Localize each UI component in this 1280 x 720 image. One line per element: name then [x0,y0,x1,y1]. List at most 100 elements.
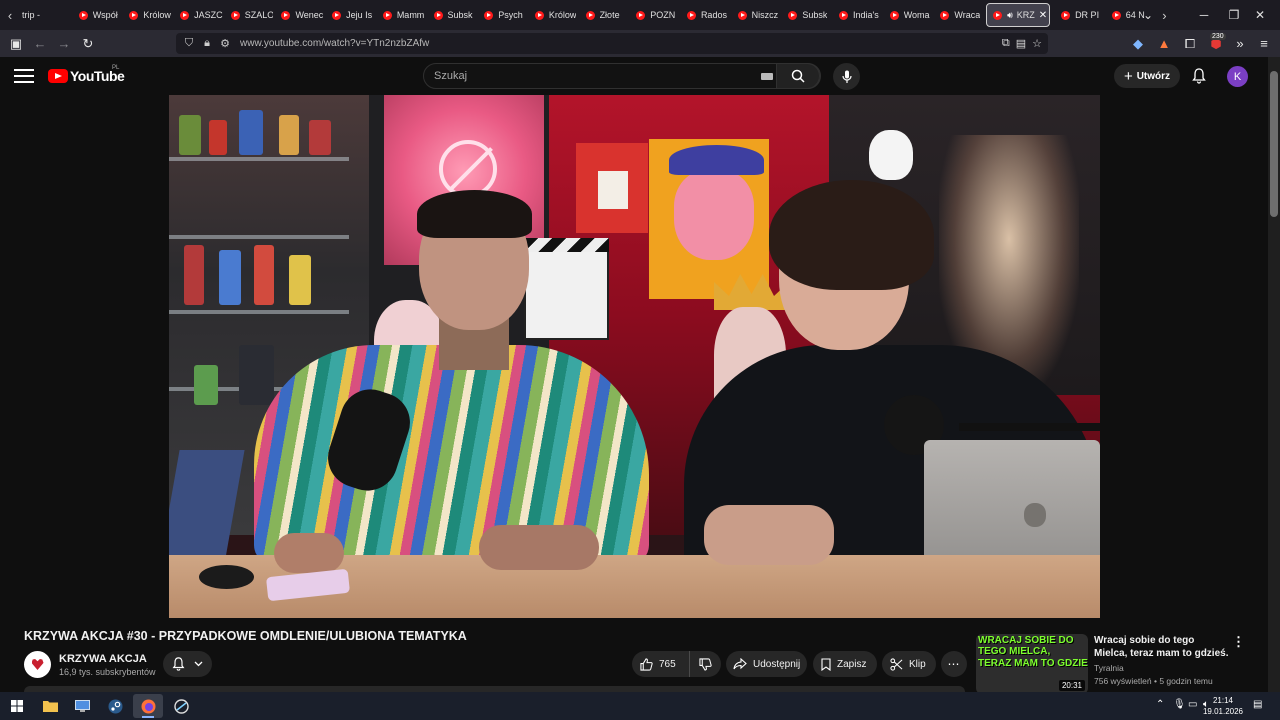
channel-name[interactable]: KRZYWA AKCJA [59,653,147,665]
browser-tab[interactable]: Wraca [932,0,983,30]
like-button[interactable]: 765 [632,651,690,677]
taskbar-clock[interactable]: 21:14 19.01.2026 [1198,695,1248,717]
tab-label: Jeju Is [346,10,373,20]
browser-tab[interactable]: Subsk [780,0,831,30]
scrollbar-thumb[interactable] [1270,71,1278,217]
youtube-favicon-icon [382,10,392,20]
this-pc-icon[interactable] [67,694,97,718]
file-explorer-icon[interactable] [35,694,65,718]
browser-nav-bar: ▣ ← → ↻ ⛉ 🔒︎ ⚙ www.youtube.com/watch?v=Y… [0,30,1280,57]
browser-tab[interactable]: Złote [578,0,629,30]
browser-tab[interactable]: Woma [882,0,933,30]
kebab-menu-icon[interactable]: ⋮ [1232,634,1245,650]
tab-label: Królow [143,10,171,20]
youtube-logo[interactable]: YouTube PL [48,65,125,86]
vpn-extension-icon[interactable]: ◆ [1126,30,1150,57]
browser-tab[interactable]: DR PI [1053,0,1104,30]
video-player[interactable] [169,95,1100,618]
browser-tab[interactable]: Wenec [273,0,324,30]
search-button[interactable] [776,63,820,89]
browser-tab[interactable]: Królow [121,0,172,30]
share-button[interactable]: Udostępnij [726,651,807,677]
sidebar-toggle-icon[interactable]: ▣ [4,30,28,57]
browser-tab-active[interactable]: 🔊︎ KRZ ✕ [986,3,1051,27]
youtube-favicon-icon [129,10,139,20]
list-all-tabs-icon[interactable]: ⌄ [1132,0,1164,30]
audio-playing-icon[interactable]: 🔊︎ [1007,10,1013,21]
lock-icon[interactable]: 🔒︎ [198,33,216,54]
firefox-icon[interactable] [133,694,163,718]
back-icon[interactable]: ← [28,30,52,57]
close-tab-icon[interactable]: ✕ [1039,10,1047,21]
hamburger-menu-icon[interactable] [14,69,34,83]
windows-start-icon[interactable] [2,694,32,718]
recommended-title[interactable]: Wracaj sobie do tego Mielca, teraz mam t… [1094,634,1229,660]
browser-tab[interactable]: Psych [476,0,527,30]
heart-logo-icon [31,659,44,670]
bookmark-star-icon[interactable]: ☆ [1032,37,1042,50]
search-box[interactable]: Szukaj [423,63,821,89]
thumbnail-text: TERAZ MAM TO GDZIE [978,658,1088,669]
clip-button[interactable]: Klip [882,651,936,677]
steam-icon[interactable] [100,694,130,718]
browser-tab[interactable]: JASZC [172,0,223,30]
youtube-favicon-icon [534,10,544,20]
tab-label: Niszcz [751,10,779,20]
browser-tab[interactable]: India's [831,0,882,30]
url-text[interactable]: www.youtube.com/watch?v=YTn2nzbZAfw [240,38,429,49]
youtube-favicon-icon [636,10,646,20]
browser-tab[interactable]: Mamm [375,0,426,30]
page-scrollbar[interactable] [1268,57,1280,692]
more-actions-button[interactable]: ⋯ [941,651,967,677]
network-icon[interactable]: ▭ [1188,699,1197,710]
permissions-icon[interactable]: ⚙ [216,33,234,54]
app-icon[interactable] [166,694,196,718]
reload-icon[interactable]: ↻ [76,30,100,57]
browser-tab[interactable]: POZN [628,0,679,30]
browser-tab[interactable]: Królow [527,0,578,30]
microphone-tray-icon[interactable]: 🎙︎ [1173,699,1186,710]
dislike-button[interactable] [690,651,721,677]
browser-tab[interactable]: trip - [20,0,71,30]
notifications-button[interactable] [1189,66,1209,86]
reader-view-icon[interactable]: ▤ [1016,37,1026,50]
overflow-menu-icon[interactable]: » [1228,30,1252,57]
app-menu-icon[interactable]: ≡ [1252,30,1276,57]
browser-tab[interactable]: SZALO [223,0,273,30]
tab-label: Psych [498,10,523,20]
search-input[interactable]: Szukaj [434,70,467,82]
voice-search-button[interactable] [833,63,860,90]
minimize-icon[interactable]: ─ [1188,0,1220,30]
create-button[interactable]: + Utwórz [1114,64,1180,88]
clock-time: 21:14 [1212,696,1234,705]
tab-scroll-left-icon[interactable]: ‹ [0,0,20,30]
browser-tab[interactable]: Subsk [426,0,477,30]
close-window-icon[interactable]: ✕ [1244,0,1276,30]
thumbnail-text: WRACAJ SOBIE DO TEGO MIELCA, [978,635,1074,657]
recommended-channel[interactable]: Tyralnia [1094,663,1124,673]
youtube-favicon-icon [993,10,1003,20]
channel-avatar[interactable] [24,651,51,678]
subscription-bell-button[interactable] [163,651,212,677]
url-bar[interactable]: ⛉ 🔒︎ ⚙ www.youtube.com/watch?v=YTn2nzbZA… [176,33,1048,54]
extensions-puzzle-icon[interactable]: ⧠ [1178,30,1202,57]
browser-tab[interactable]: Rados [679,0,730,30]
recommended-thumbnail[interactable]: WRACAJ SOBIE DO TEGO MIELCA, TERAZ MAM T… [976,634,1088,694]
fox-extension-icon[interactable]: ▲ [1152,30,1176,57]
forward-icon[interactable]: → [52,30,76,57]
account-avatar[interactable]: K [1227,66,1248,87]
tab-label: trip - [22,10,40,20]
skull-figure [869,130,913,180]
browser-tab[interactable]: Jeju Is [324,0,375,30]
browser-tab[interactable]: Niszcz [730,0,781,30]
save-button[interactable]: Zapisz [813,651,877,677]
keyboard-icon[interactable] [761,73,773,80]
tracking-shield-icon[interactable]: ⛉ [180,33,198,54]
notification-center-icon[interactable]: ▤ [1253,699,1262,710]
clock-date: 19.01.2026 [1202,707,1244,716]
picture-in-picture-icon[interactable]: ⧉ [1002,37,1010,50]
tab-label: DR PI [1075,10,1100,20]
browser-tab[interactable]: Współ [71,0,122,30]
tab-label: India's [853,10,879,20]
tray-chevron-up-icon[interactable]: ⌃ [1156,699,1164,710]
